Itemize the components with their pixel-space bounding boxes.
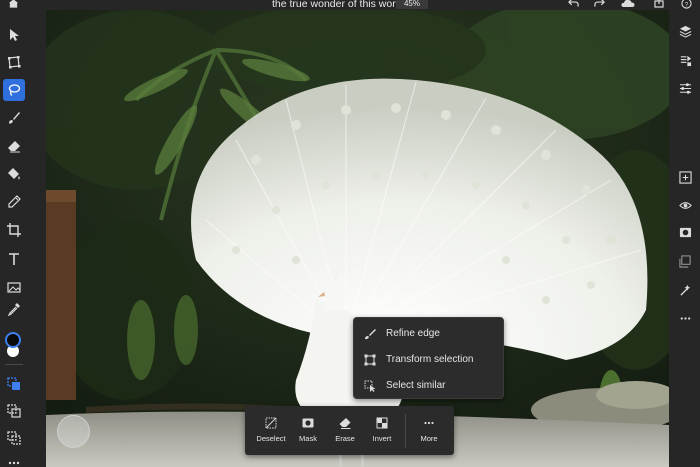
adjustments-icon[interactable] — [676, 79, 694, 97]
type-icon[interactable] — [3, 248, 25, 270]
fill-icon[interactable] — [3, 163, 25, 185]
clipping-icon[interactable] — [676, 252, 694, 270]
tool-bar — [0, 10, 46, 467]
tool-divider — [5, 364, 23, 365]
selection-subtract-icon[interactable] — [3, 400, 25, 422]
more-icon[interactable] — [3, 452, 25, 467]
menu-item-label: Refine edge — [386, 328, 440, 339]
task-label: Invert — [372, 434, 392, 443]
task-label: More — [420, 434, 438, 443]
erase-icon — [339, 418, 351, 429]
more-icon — [424, 421, 434, 425]
select-arrow-icon[interactable] — [3, 24, 25, 46]
selection-context-menu: Refine edge Transform selection Select s… — [353, 317, 504, 399]
svg-text:?: ? — [684, 1, 688, 8]
redo-icon[interactable] — [592, 0, 606, 10]
task-label: Deselect — [256, 434, 286, 443]
mask-button[interactable]: Mask — [290, 406, 326, 455]
crop-icon[interactable] — [3, 219, 25, 241]
transform-icon[interactable] — [3, 51, 25, 73]
cloud-icon[interactable] — [620, 0, 636, 10]
layers-panel — [669, 10, 700, 467]
add-layer-icon[interactable] — [676, 168, 694, 186]
eraser-icon[interactable] — [3, 135, 25, 157]
layers-icon[interactable] — [676, 22, 694, 40]
zoom-level[interactable]: 45% — [396, 0, 428, 9]
transform-selection-menu-item[interactable]: Transform selection — [354, 347, 505, 372]
invert-icon — [376, 417, 388, 429]
healing-icon[interactable] — [3, 191, 25, 213]
task-divider — [405, 414, 406, 448]
task-label: Erase — [335, 434, 355, 443]
layer-properties-icon[interactable] — [676, 51, 694, 69]
refine-edge-menu-item[interactable]: Refine edge — [354, 321, 505, 346]
select-similar-icon — [364, 380, 376, 392]
more-button[interactable]: More — [411, 406, 447, 455]
erase-button[interactable]: Erase — [327, 406, 363, 455]
brush-icon[interactable] — [3, 107, 25, 129]
visibility-icon[interactable] — [676, 196, 694, 214]
selection-intersect-icon[interactable] — [3, 427, 25, 449]
document-title[interactable]: the true wonder of this world — [272, 0, 404, 10]
selection-task-bar: Deselect Mask Erase Invert More — [245, 406, 454, 455]
task-label: Mask — [299, 434, 317, 443]
select-similar-menu-item[interactable]: Select similar — [354, 373, 505, 398]
effects-icon[interactable] — [676, 281, 694, 299]
foreground-color-swatch[interactable] — [5, 332, 21, 348]
home-icon[interactable] — [6, 0, 20, 10]
selection-add-icon[interactable] — [3, 373, 25, 395]
transform-selection-icon — [364, 354, 376, 365]
eyedropper-icon[interactable] — [3, 298, 25, 320]
menu-item-label: Select similar — [386, 380, 446, 391]
refine-edge-icon — [365, 328, 376, 339]
mask-icon — [302, 418, 314, 428]
deselect-button[interactable]: Deselect — [253, 406, 289, 455]
place-image-icon[interactable] — [3, 276, 25, 298]
top-bar: the true wonder of this world 45% ? — [0, 0, 700, 10]
touch-shortcut-button[interactable] — [57, 415, 90, 448]
share-icon[interactable] — [653, 0, 665, 10]
menu-item-label: Transform selection — [386, 354, 474, 365]
undo-icon[interactable] — [566, 0, 580, 10]
help-icon[interactable]: ? — [679, 0, 693, 10]
lasso-icon[interactable] — [3, 79, 25, 101]
more-icon[interactable] — [676, 309, 694, 327]
deselect-icon — [265, 417, 277, 429]
mask-icon[interactable] — [676, 223, 694, 241]
invert-button[interactable]: Invert — [364, 406, 400, 455]
